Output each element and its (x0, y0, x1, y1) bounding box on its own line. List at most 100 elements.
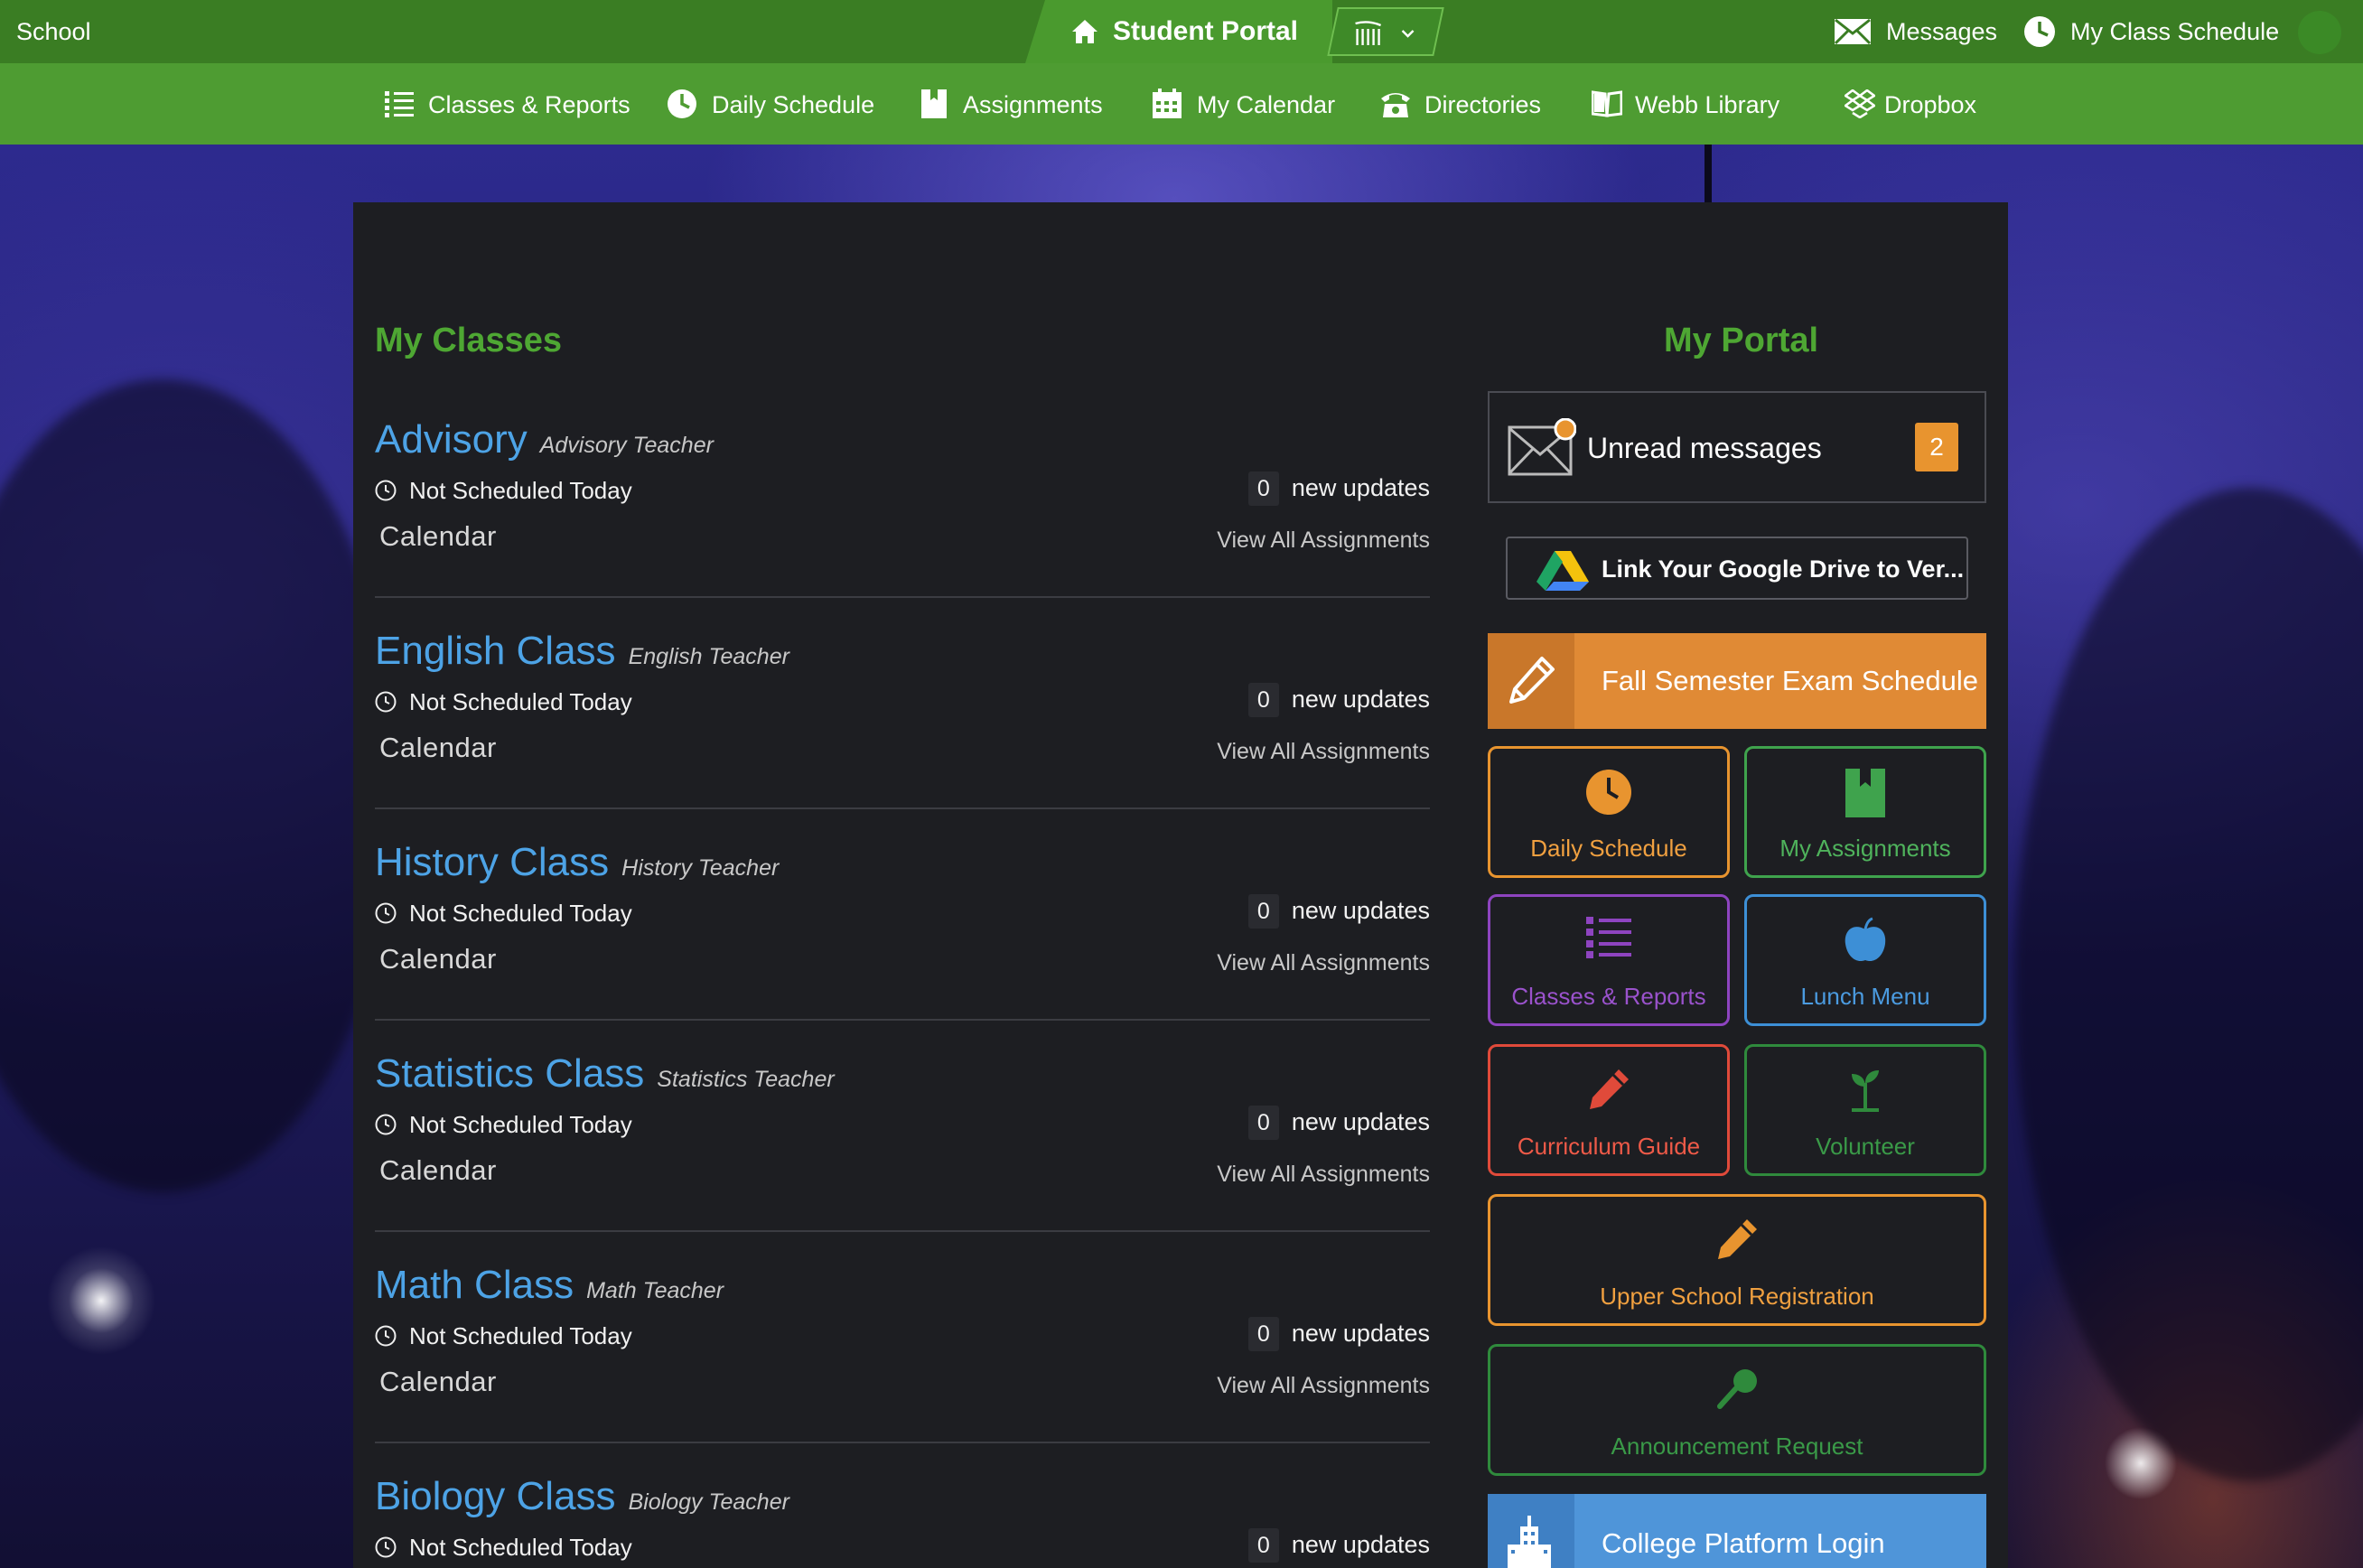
class-card-advisory: Advisory Advisory Teacher Not Scheduled T… (375, 417, 1430, 629)
class-title[interactable]: Math Class Math Teacher (375, 1263, 724, 1308)
school-name[interactable]: School (16, 0, 91, 63)
student-portal-tab[interactable]: Student Portal (1025, 0, 1332, 63)
updates-count[interactable]: 0 new updates (1247, 894, 1430, 929)
calendar-link[interactable]: Calendar (379, 732, 497, 764)
avatar[interactable] (2298, 11, 2341, 54)
view-all-assignments-link[interactable]: View All Assignments (1217, 1162, 1430, 1188)
student-portal-label: Student Portal (1113, 16, 1299, 46)
nav-label: Dropbox (1884, 91, 1977, 118)
updates-number: 0 (1247, 471, 1279, 506)
tile-my-assignments[interactable]: My Assignments (1744, 746, 1986, 878)
bookmark-icon (921, 89, 947, 118)
college-platform-login-button[interactable]: College Platform Login (1488, 1494, 1986, 1568)
class-title[interactable]: Advisory Advisory Teacher (375, 417, 714, 462)
view-all-assignments-link[interactable]: View All Assignments (1217, 739, 1430, 765)
class-title[interactable]: Biology Class Biology Teacher (375, 1474, 789, 1519)
view-all-assignments-link[interactable]: View All Assignments (1217, 1373, 1430, 1399)
class-name[interactable]: History Class (375, 840, 609, 884)
nav-daily-schedule[interactable]: Daily Schedule (667, 63, 874, 145)
updates-count[interactable]: 0 new updates (1247, 1106, 1430, 1140)
class-name[interactable]: Statistics Class (375, 1051, 644, 1096)
college-platform-login-label: College Platform Login (1602, 1527, 1885, 1559)
class-title[interactable]: English Class English Teacher (375, 629, 789, 674)
calendar-link[interactable]: Calendar (379, 1154, 497, 1187)
tile-label: Classes & Reports (1511, 983, 1706, 1010)
calendar-link[interactable]: Calendar (379, 943, 497, 975)
updates-count[interactable]: 0 new updates (1247, 1528, 1430, 1563)
schedule-status: Not Scheduled Today (375, 900, 632, 928)
schedule-text: Not Scheduled Today (409, 900, 632, 927)
tile-lunch-menu[interactable]: Lunch Menu (1744, 894, 1986, 1026)
google-drive-label: Link Your Google Drive to Ver... (1602, 555, 1965, 583)
nav-label: Directories (1424, 91, 1542, 118)
schedule-status: Not Scheduled Today (375, 688, 632, 716)
updates-number: 0 (1247, 1317, 1279, 1351)
bookmark-icon (1845, 769, 1885, 817)
class-card-statistics: Statistics Class Statistics Teacher Not S… (375, 1051, 1430, 1263)
school-logo-dropdown[interactable] (1327, 7, 1444, 56)
nav-classes-reports[interactable]: Classes & Reports (385, 63, 630, 145)
apple-icon (1845, 917, 1886, 962)
updates-label: new updates (1291, 1108, 1430, 1135)
calendar-link[interactable]: Calendar (379, 1366, 497, 1398)
nav-dropbox[interactable]: Dropbox (1845, 63, 1989, 145)
nav-webb-library[interactable]: Webb Library (1592, 63, 1781, 145)
tile-upper-school-registration[interactable]: Upper School Registration (1488, 1194, 1986, 1326)
updates-count[interactable]: 0 new updates (1247, 1317, 1430, 1351)
unread-messages-card[interactable]: Unread messages 2 (1488, 391, 1986, 503)
list-icon (1586, 917, 1631, 958)
class-title[interactable]: History Class History Teacher (375, 840, 779, 885)
class-card-english: English Class English Teacher Not Schedul… (375, 629, 1430, 840)
nav-label: Classes & Reports (428, 91, 630, 118)
phone-icon (1381, 93, 1410, 117)
my-classes-title: My Classes (375, 322, 563, 359)
updates-count[interactable]: 0 new updates (1247, 683, 1430, 717)
nav-assignments[interactable]: Assignments (921, 63, 1103, 145)
teacher-name: Biology Teacher (628, 1489, 789, 1515)
class-name[interactable]: Math Class (375, 1263, 574, 1307)
tile-label: Upper School Registration (1600, 1283, 1874, 1310)
view-all-assignments-link[interactable]: View All Assignments (1217, 527, 1430, 554)
sprout-icon (1852, 1070, 1879, 1112)
class-name[interactable]: Biology Class (375, 1474, 616, 1518)
my-portal-title: My Portal (1664, 322, 1819, 359)
tile-classes-reports[interactable]: Classes & Reports (1488, 894, 1730, 1026)
microphone-icon (1717, 1369, 1757, 1409)
schedule-text: Not Scheduled Today (409, 688, 632, 715)
divider (375, 1230, 1430, 1232)
nav-directories[interactable]: Directories (1379, 63, 1551, 145)
class-name[interactable]: English Class (375, 629, 616, 673)
tile-announcement-request[interactable]: Announcement Request (1488, 1344, 1986, 1476)
tile-daily-schedule[interactable]: Daily Schedule (1488, 746, 1730, 878)
link-google-drive-button[interactable]: Link Your Google Drive to Ver... (1506, 537, 1968, 600)
tile-curriculum-guide[interactable]: Curriculum Guide (1488, 1044, 1730, 1176)
tile-label: Volunteer (1816, 1133, 1915, 1160)
clock-icon (668, 89, 696, 118)
fall-semester-exam-label: Fall Semester Exam Schedule (1602, 665, 1978, 696)
clock-icon (375, 1114, 397, 1135)
main-nav: Classes & Reports Daily Schedule Assignm… (0, 63, 2363, 145)
updates-count[interactable]: 0 new updates (1247, 471, 1430, 506)
calendar-link[interactable]: Calendar (379, 520, 497, 553)
fall-semester-exam-button[interactable]: Fall Semester Exam Schedule (1488, 633, 1986, 729)
updates-label: new updates (1291, 474, 1430, 501)
icon-box (1488, 633, 1574, 729)
nav-my-calendar[interactable]: My Calendar (1152, 63, 1335, 145)
class-name[interactable]: Advisory (375, 417, 528, 462)
class-title[interactable]: Statistics Class Statistics Teacher (375, 1051, 835, 1097)
pencil-icon (1590, 1069, 1629, 1109)
view-all-assignments-link[interactable]: View All Assignments (1217, 950, 1430, 976)
clock-icon (375, 1536, 397, 1558)
divider (375, 596, 1430, 598)
schedule-text: Not Scheduled Today (409, 1322, 632, 1349)
book-icon (1592, 90, 1622, 117)
tile-volunteer[interactable]: Volunteer (1744, 1044, 1986, 1176)
schedule-status: Not Scheduled Today (375, 1534, 632, 1562)
clock-icon (2024, 16, 2055, 47)
updates-number: 0 (1247, 894, 1279, 929)
teacher-name: History Teacher (621, 855, 780, 881)
tile-label: Lunch Menu (1800, 983, 1930, 1010)
top-bar: School Student Portal Messages My Class … (0, 0, 2363, 63)
dropbox-icon (1845, 89, 1875, 118)
clock-icon (375, 691, 397, 713)
